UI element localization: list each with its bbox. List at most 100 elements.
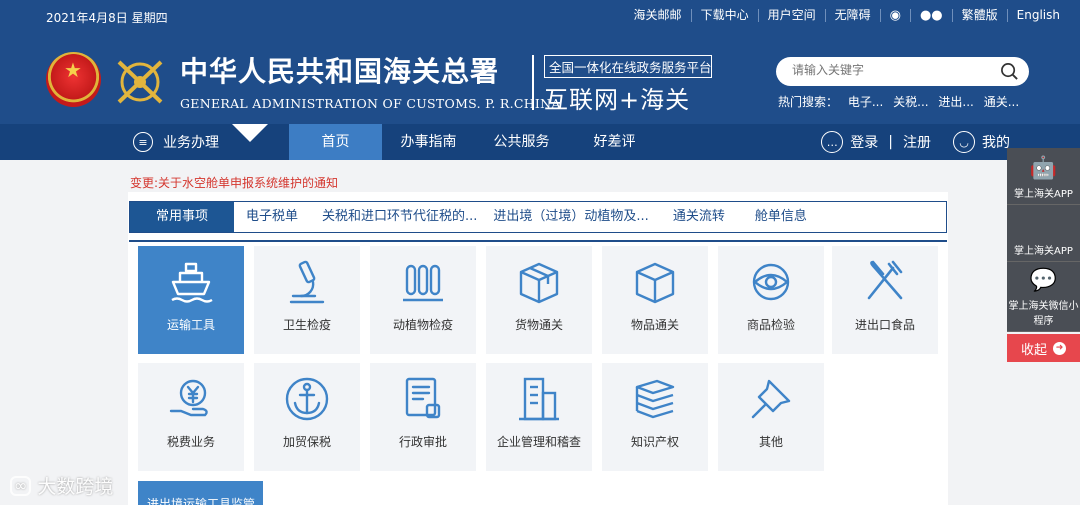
side-label: 掌上海关APP [1014,246,1073,257]
weibo-icon[interactable]: ◉ [881,9,911,22]
arrow-right-icon: ➜ [1053,341,1066,355]
chat-icon: … [821,131,844,153]
notice-link[interactable]: 变更:关于水空舱单申报系统维护的通知 [130,174,338,191]
watermark-logo-icon: ∞ [10,475,32,496]
link-accessibility[interactable]: 无障碍 [826,9,881,22]
side-label: 掌上海关APP [1014,189,1073,200]
account-links: … 登录 | 注册 ◡ 我的 [821,124,1010,160]
service-tile-tax[interactable]: 税费业务 [138,363,244,471]
wechat-miniprogram-link[interactable]: 💬 掌上海关微信小程序 [1007,262,1080,332]
tab-duty-tax[interactable]: 关税和进口环节代征税的... [322,202,477,232]
transport-supervision-tab[interactable]: 进出境运输工具监管 [138,481,263,505]
search-icon[interactable] [1000,62,1019,81]
nav-tab-rating[interactable]: 好差评 [568,124,661,160]
service-tile-enterprise[interactable]: 企业管理和稽查 [486,363,592,471]
side-float-panel: 🤖 掌上海关APP 掌上海关APP 💬 掌上海关微信小程序 收起 ➜ [1007,148,1080,362]
site-title-cn[interactable]: 中华人民共和国海关总署 [180,50,499,90]
tab-clearance-flow[interactable]: 通关流转 [673,202,725,232]
service-tile-health-quarantine[interactable]: 卫生检疫 [254,246,360,354]
service-tile-bonded[interactable]: 加贸保税 [254,363,360,471]
test-tubes-icon [403,264,443,302]
tile-label: 知识产权 [630,435,679,449]
login-link[interactable]: 登录 [850,132,878,152]
collapse-button[interactable]: 收起 ➜ [1007,334,1080,362]
wechat-icon: 💬 [1029,268,1058,293]
platform-title: 互联网+海关 [544,86,691,114]
fork-knife-icon [867,260,903,300]
current-date: 2021年4月8日 星期四 [46,11,168,25]
tile-label: 进出口食品 [854,318,915,332]
search-box [776,57,1029,86]
service-tile-food[interactable]: 进出口食品 [832,246,938,354]
building-icon [519,377,559,421]
tab-quarantine[interactable]: 进出境（过境）动植物及... [493,202,648,232]
platform-label: 全国一体化在线政务服务平台 [544,55,712,78]
service-tile-cargo[interactable]: 货物通关 [486,246,592,354]
search-input[interactable] [792,63,992,77]
microscope-icon [289,260,325,304]
nav-tab-public-service[interactable]: 公共服务 [475,124,568,160]
tile-label: 其他 [758,435,783,449]
service-tile-ip[interactable]: 知识产权 [602,363,708,471]
link-english[interactable]: English [1008,9,1060,22]
tile-label: 商品检验 [746,318,795,332]
hot-search-item[interactable]: 电子... [848,95,883,109]
nav-tab-guide[interactable]: 办事指南 [382,124,475,160]
top-links: 海关邮邮 下载中心 用户空间 无障碍 ◉ ●● 繁體版 English [625,9,1060,22]
service-tile-other[interactable]: 其他 [718,363,824,471]
tile-label: 动植物检疫 [392,318,453,332]
customs-logo-icon [117,60,163,104]
wechat-icon[interactable]: ●● [911,9,953,22]
link-download[interactable]: 下载中心 [692,9,759,22]
link-traditional[interactable]: 繁體版 [953,9,1008,22]
android-app-link[interactable]: 🤖 掌上海关APP [1007,148,1080,205]
ios-app-link[interactable]: 掌上海关APP [1007,205,1080,262]
tile-label: 加贸保税 [282,435,331,449]
service-tile-articles[interactable]: 物品通关 [602,246,708,354]
divider: | [888,134,893,150]
watermark: ∞ 大数跨境 [10,472,113,499]
register-link[interactable]: 注册 [903,132,931,152]
link-mail[interactable]: 海关邮邮 [625,9,692,22]
my-account-link[interactable]: 我的 [982,132,1010,152]
business-menu-label: 业务办理 [163,135,219,151]
tile-label: 行政审批 [398,435,447,449]
pin-icon [751,379,791,419]
hot-search-item[interactable]: 关税... [893,95,928,109]
books-icon [635,379,675,419]
link-user-space[interactable]: 用户空间 [759,9,826,22]
hot-search-item[interactable]: 进出... [938,95,973,109]
yuan-hand-icon [169,379,208,417]
main-nav: ≡ 业务办理 首页 办事指南 公共服务 好差评 … 登录 | 注册 ◡ 我的 [0,124,1080,160]
service-tile-transport[interactable]: 运输工具 [138,246,244,354]
cargo-box-icon [519,262,559,304]
approval-doc-icon [405,377,441,419]
tile-label: 税费业务 [166,435,215,449]
tabs-underline [129,240,947,242]
tab-manifest[interactable]: 舱单信息 [755,202,807,232]
business-menu-button[interactable]: ≡ 业务办理 [133,124,219,160]
anchor-icon [285,377,329,421]
collapse-label: 收起 [1020,342,1047,358]
tile-label: 货物通关 [514,318,563,332]
watermark-text: 大数跨境 [37,476,114,498]
tab-common[interactable]: 常用事项 [130,202,234,232]
hot-search-item[interactable]: 通关... [984,95,1019,109]
service-tile-approval[interactable]: 行政审批 [370,363,476,471]
tab-e-tax-bill[interactable]: 电子税单 [246,202,298,232]
tile-label: 企业管理和稽查 [496,435,581,449]
tile-label: 物品通关 [630,318,679,332]
service-tile-inspection[interactable]: 商品检验 [718,246,824,354]
service-tile-animal-plant[interactable]: 动植物检疫 [370,246,476,354]
tile-label: 运输工具 [166,318,215,332]
nav-tab-home[interactable]: 首页 [289,124,382,160]
ship-icon [171,262,213,303]
nav-notch [232,124,268,142]
android-icon: 🤖 [1029,156,1058,181]
site-header: 2021年4月8日 星期四 海关邮邮 下载中心 用户空间 无障碍 ◉ ●● 繁體… [0,0,1080,124]
cube-icon [635,262,675,304]
user-icon: ◡ [953,131,975,153]
emblem-star-icon: ★ [64,58,82,82]
eye-inspect-icon [752,263,790,301]
platform-brand: 全国一体化在线政务服务平台 互联网+海关 [532,55,712,114]
